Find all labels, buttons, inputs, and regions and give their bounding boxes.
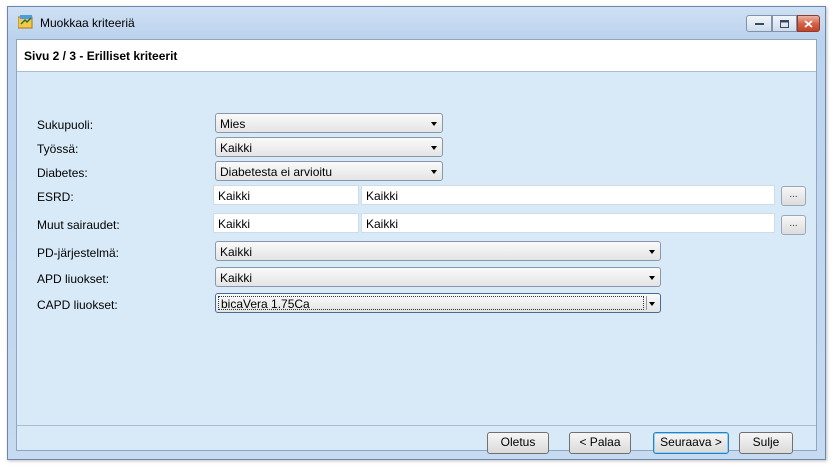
apd-solutions-value: Kaikki bbox=[220, 271, 253, 285]
esrd-browse-button[interactable]: ... bbox=[781, 186, 806, 206]
diabetes-select[interactable]: Diabetesta ei arvioitu bbox=[215, 161, 443, 181]
chevron-down-icon bbox=[431, 122, 437, 126]
esrd-code-value: Kaikki bbox=[218, 189, 251, 203]
other-diseases-label: Muut sairaudet: bbox=[37, 218, 120, 232]
close-window-button[interactable] bbox=[797, 15, 820, 32]
page-title: Sivu 2 / 3 - Erilliset kriteerit bbox=[24, 49, 178, 63]
footer-divider bbox=[17, 425, 816, 426]
next-button[interactable]: Seuraava > bbox=[653, 432, 729, 454]
close-button[interactable]: Sulje bbox=[739, 432, 793, 454]
other-diseases-text-value: Kaikki bbox=[366, 217, 399, 231]
working-value: Kaikki bbox=[220, 141, 253, 155]
title-bar[interactable]: Muokkaa kriteeriä bbox=[8, 7, 825, 39]
gender-value: Mies bbox=[220, 117, 246, 131]
gender-label: Sukupuoli: bbox=[37, 118, 94, 132]
capd-solutions-value: bicaVera 1.75Ca bbox=[221, 297, 310, 311]
esrd-text-field[interactable]: Kaikki bbox=[361, 185, 775, 205]
close-icon bbox=[804, 19, 813, 28]
maximize-icon bbox=[780, 19, 789, 28]
dialog-window: Muokkaa kriteeriä Sivu 2 / 3 - Erilliset… bbox=[7, 6, 826, 460]
other-diseases-code-field[interactable]: Kaikki bbox=[213, 213, 359, 233]
other-diseases-text-field[interactable]: Kaikki bbox=[361, 213, 775, 233]
diabetes-label: Diabetes: bbox=[37, 166, 88, 180]
window-title: Muokkaa kriteeriä bbox=[40, 16, 135, 30]
app-icon bbox=[18, 15, 33, 29]
chevron-down-icon bbox=[431, 146, 437, 150]
working-select[interactable]: Kaikki bbox=[215, 137, 443, 157]
page-header: Sivu 2 / 3 - Erilliset kriteerit bbox=[17, 40, 816, 72]
maximize-button[interactable] bbox=[772, 15, 797, 32]
dialog-content: Sivu 2 / 3 - Erilliset kriteerit Sukupuo… bbox=[16, 39, 817, 454]
dropdown-separator bbox=[646, 296, 647, 310]
esrd-text-value: Kaikki bbox=[366, 189, 399, 203]
default-button[interactable]: Oletus bbox=[487, 432, 549, 454]
minimize-button[interactable] bbox=[746, 15, 772, 32]
chevron-down-icon bbox=[649, 276, 655, 280]
apd-solutions-select[interactable]: Kaikki bbox=[215, 267, 661, 287]
esrd-code-field[interactable]: Kaikki bbox=[213, 185, 359, 205]
back-button[interactable]: < Palaa bbox=[569, 432, 631, 454]
other-diseases-browse-button[interactable]: ... bbox=[781, 215, 806, 235]
chevron-down-icon bbox=[431, 170, 437, 174]
working-label: Työssä: bbox=[37, 142, 79, 156]
pd-system-value: Kaikki bbox=[220, 245, 253, 259]
apd-solutions-label: APD liuokset: bbox=[37, 272, 110, 286]
pd-system-label: PD-järjestelmä: bbox=[37, 246, 120, 260]
capd-solutions-label: CAPD liuokset: bbox=[37, 298, 118, 312]
minimize-icon bbox=[754, 23, 764, 25]
gender-select[interactable]: Mies bbox=[215, 113, 443, 133]
chevron-down-icon bbox=[649, 302, 655, 306]
capd-solutions-select[interactable]: bicaVera 1.75Ca bbox=[215, 293, 661, 313]
other-diseases-code-value: Kaikki bbox=[218, 217, 251, 231]
chevron-down-icon bbox=[649, 250, 655, 254]
diabetes-value: Diabetesta ei arvioitu bbox=[220, 165, 333, 179]
esrd-label: ESRD: bbox=[37, 190, 74, 204]
pd-system-select[interactable]: Kaikki bbox=[215, 241, 661, 261]
